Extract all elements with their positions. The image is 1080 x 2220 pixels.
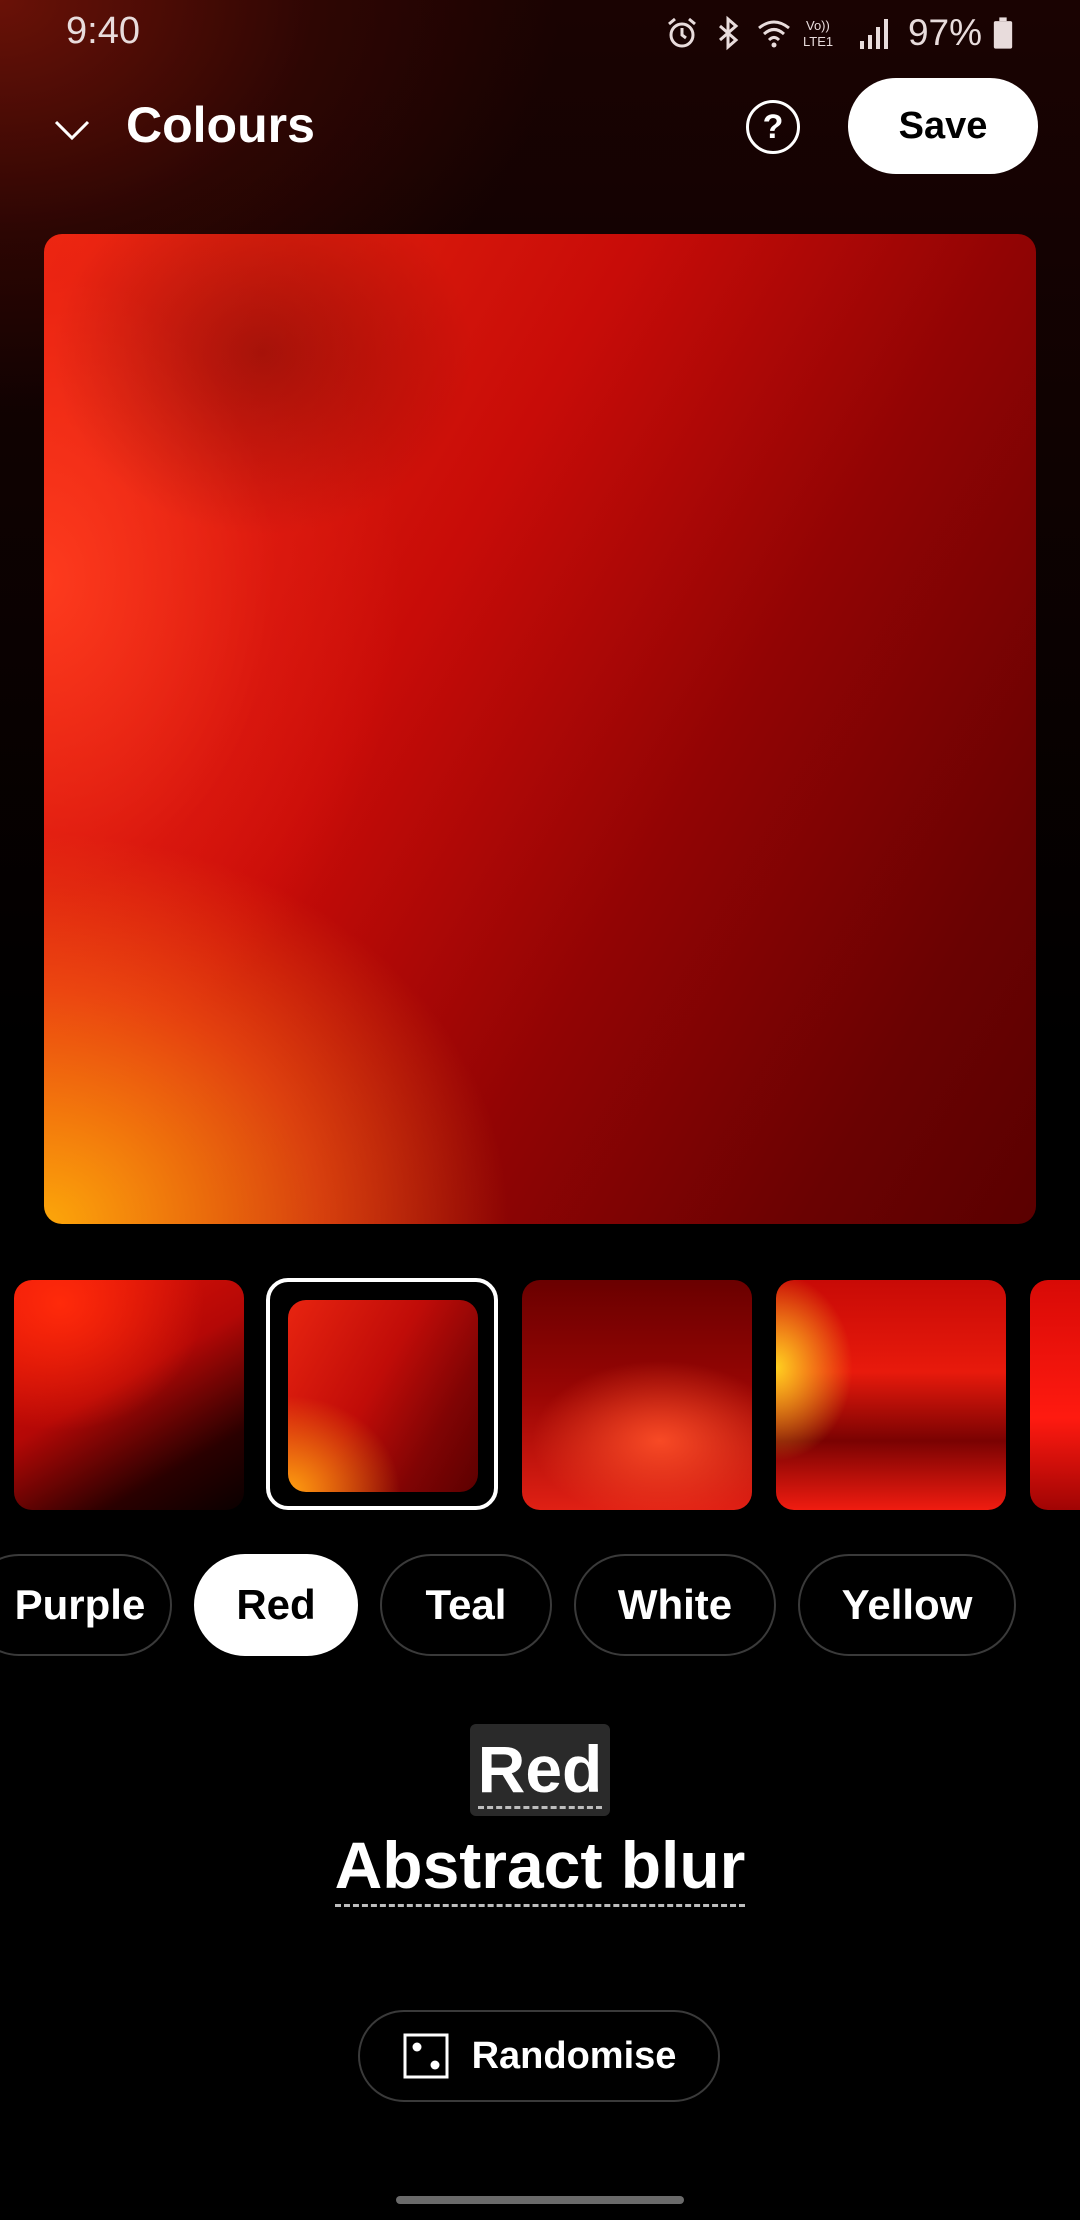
- colour-name-label: Red: [477, 1732, 603, 1809]
- collapse-button[interactable]: [42, 100, 102, 160]
- save-button[interactable]: Save: [848, 78, 1038, 174]
- colours-screen: 9:40 Vo)) LTE1 97% Colours ? Save Purple…: [0, 0, 1080, 2220]
- battery-percent: 97%: [907, 12, 982, 53]
- chip-teal[interactable]: Teal: [380, 1554, 552, 1656]
- page-title: Colours: [126, 97, 315, 153]
- thumbnail-option[interactable]: [776, 1280, 1006, 1510]
- status-time: 9:40: [66, 10, 140, 52]
- randomise-button[interactable]: Randomise: [358, 2010, 720, 2102]
- colour-name-field[interactable]: Red: [470, 1724, 610, 1816]
- colour-chip-row: Purple Red Teal White Yellow: [0, 1554, 1080, 1660]
- help-icon: ?: [762, 107, 784, 146]
- battery-icon: [993, 17, 1013, 49]
- help-button[interactable]: ?: [746, 100, 800, 154]
- svg-text:Vo)): Vo)): [806, 18, 830, 33]
- alarm-icon: [667, 17, 696, 48]
- style-name-field: Abstract blur: [0, 1826, 1080, 1907]
- volte-icon: Vo)) LTE1: [803, 18, 833, 49]
- status-bar: 9:40 Vo)) LTE1 97%: [0, 0, 1080, 66]
- bluetooth-icon: [718, 15, 739, 51]
- thumbnail-option[interactable]: [1030, 1280, 1080, 1510]
- dice-icon: [403, 2033, 449, 2079]
- signal-icon: [859, 19, 888, 49]
- wallpaper-preview: [44, 234, 1036, 1224]
- thumbnail-option[interactable]: [522, 1280, 752, 1510]
- randomise-label: Randomise: [471, 2034, 677, 2077]
- chip-purple[interactable]: Purple: [0, 1554, 172, 1656]
- wifi-icon: [758, 20, 790, 48]
- header: Colours ? Save: [0, 70, 1080, 186]
- chevron-down-icon: [54, 120, 90, 141]
- thumbnail-option[interactable]: [14, 1280, 244, 1510]
- chip-white[interactable]: White: [574, 1554, 776, 1656]
- thumbnail-option-selected[interactable]: [288, 1300, 478, 1492]
- home-indicator[interactable]: [396, 2196, 684, 2204]
- thumbnail-strip[interactable]: [0, 1276, 1080, 1516]
- chip-red[interactable]: Red: [194, 1554, 358, 1656]
- chip-yellow[interactable]: Yellow: [798, 1554, 1016, 1656]
- style-name-label[interactable]: Abstract blur: [334, 1826, 746, 1907]
- svg-text:LTE1: LTE1: [803, 34, 833, 49]
- status-icons: Vo)) LTE1 97%: [664, 12, 1014, 54]
